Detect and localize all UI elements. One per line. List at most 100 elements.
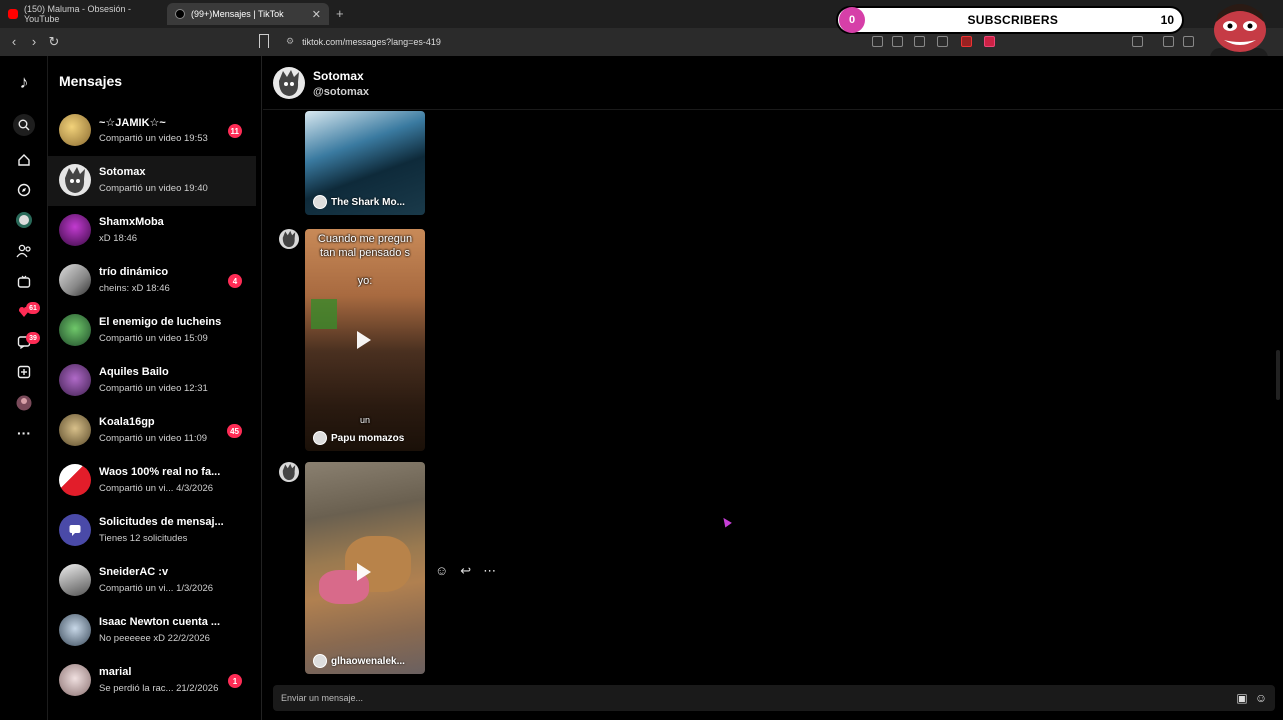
creator-name: glhaowenalek... xyxy=(331,655,405,667)
conversation-item[interactable]: El enemigo de lucheins Compartió un vide… xyxy=(48,306,256,356)
creator-name: The Shark Mo... xyxy=(331,196,405,208)
conversation-list: Mensajes ~☆JAMIK☆~ Compartió un video 19… xyxy=(48,56,262,720)
shared-video-message[interactable]: The Shark Mo... xyxy=(305,111,425,215)
conversation-preview: Compartió un video 12:31 xyxy=(99,383,208,394)
conversation-item[interactable]: ~☆JAMIK☆~ Compartió un video 19:53 11 xyxy=(48,106,256,156)
conversation-name: Waos 100% real no fa... xyxy=(99,466,221,478)
unread-badge: 11 xyxy=(227,124,242,138)
more-icon[interactable]: ··· xyxy=(14,423,34,443)
reply-icon[interactable]: ↩ xyxy=(460,563,471,579)
share-icon[interactable] xyxy=(937,36,948,47)
conversation-name: marial xyxy=(99,666,132,678)
message-input[interactable] xyxy=(281,690,1181,706)
close-tab-icon[interactable]: ✕ xyxy=(312,8,321,21)
conversation-item[interactable]: SneiderAC :v Compartió un vi... 1/3/2026 xyxy=(48,556,256,606)
explore-icon[interactable] xyxy=(14,180,34,200)
chat-header: Sotomax @sotomax xyxy=(263,56,1283,110)
subscriber-goal: 10 xyxy=(1160,13,1174,27)
avatar xyxy=(59,114,91,146)
react-emoji-icon[interactable]: ☺ xyxy=(435,563,448,579)
tiktok-logo-icon[interactable]: ♪ xyxy=(14,72,34,92)
profile-icon[interactable] xyxy=(14,393,34,413)
video-caption-mid: yo: xyxy=(357,275,373,287)
extension-icon[interactable] xyxy=(872,36,883,47)
unread-badge: 45 xyxy=(227,424,242,438)
cast-icon[interactable] xyxy=(914,36,925,47)
new-tab-button[interactable]: + xyxy=(336,6,344,21)
conversation-name: trío dinámico xyxy=(99,266,169,278)
video-credit: The Shark Mo... xyxy=(313,195,405,209)
subscriber-count: 0 xyxy=(839,7,865,33)
scrollbar[interactable] xyxy=(1276,350,1280,400)
avatar xyxy=(59,664,91,696)
shared-video-message[interactable]: Cuando me pregun tan mal pensado s yo: u… xyxy=(305,229,425,451)
tab-title: (150) Maluma - Obsesión - YouTube xyxy=(24,4,132,24)
conversation-name: Aquiles Bailo xyxy=(99,366,169,378)
home-icon[interactable] xyxy=(14,150,34,170)
forward-icon[interactable]: › xyxy=(26,34,42,49)
sender-avatar xyxy=(279,229,299,249)
video-caption-line: tan mal pensado s xyxy=(320,247,410,259)
chat-pane: Sotomax @sotomax The Shark Mo... Cuando … xyxy=(263,56,1283,720)
conversation-name: Solicitudes de mensaj... xyxy=(99,516,224,528)
site-info-icon[interactable]: ⚙ xyxy=(286,36,294,47)
unread-badge: 4 xyxy=(228,274,242,288)
video-credit: glhaowenalek... xyxy=(313,654,405,668)
conversation-item-active[interactable]: Sotomax Compartió un video 19:40 xyxy=(48,156,256,206)
conversation-item[interactable]: Aquiles Bailo Compartió un video 12:31 xyxy=(48,356,256,406)
conversation-item[interactable]: Isaac Newton cuenta ... No peeeeee xD 22… xyxy=(48,606,256,656)
media-icon[interactable] xyxy=(1163,36,1174,47)
chat-avatar[interactable] xyxy=(273,67,305,99)
gif-icon[interactable]: ▣ xyxy=(1235,691,1249,705)
video-caption-low: un xyxy=(359,415,370,425)
search-icon[interactable] xyxy=(13,114,35,136)
conversation-preview: xD 18:46 xyxy=(99,233,138,244)
split-view-icon[interactable] xyxy=(1183,36,1194,47)
conversation-item[interactable]: ShamxMoba xD 18:46 xyxy=(48,206,256,256)
avatar xyxy=(59,414,91,446)
unread-badge: 1 xyxy=(228,674,242,688)
conversation-name: ~☆JAMIK☆~ xyxy=(99,117,166,129)
browser-tab-tiktok[interactable]: (99+)Mensajes | TikTok ✕ xyxy=(167,3,329,25)
friends-icon[interactable] xyxy=(14,241,34,261)
upload-icon[interactable] xyxy=(14,362,34,382)
conversation-item[interactable]: marial Se perdió la rac... 21/2/2026 1 xyxy=(48,656,256,706)
conversation-preview: Tienes 12 solicitudes xyxy=(99,533,188,544)
conversation-preview: Compartió un vi... 4/3/2026 xyxy=(99,483,214,494)
url-field[interactable]: ⚙ tiktok.com/messages?lang=es-419 xyxy=(286,36,441,47)
message-requests-icon xyxy=(69,525,81,536)
avatar xyxy=(59,464,91,496)
more-options-icon[interactable]: ⋯ xyxy=(483,563,496,579)
conversation-item[interactable]: Koala16gp Compartió un video 11:09 45 xyxy=(48,406,256,456)
live-icon[interactable] xyxy=(14,272,34,292)
conversation-name: ShamxMoba xyxy=(99,216,164,228)
creator-avatar xyxy=(313,431,327,445)
browser-tab-youtube[interactable]: (150) Maluma - Obsesión - YouTube xyxy=(0,3,166,25)
rewards-icon[interactable] xyxy=(984,36,995,47)
conversation-preview: Se perdió la rac... 21/2/2026 xyxy=(99,683,219,694)
conversation-item[interactable]: trío dinámico cheins: xD 18:46 4 xyxy=(48,256,256,306)
sidebar-toggle-icon[interactable] xyxy=(1132,36,1143,47)
translate-icon[interactable] xyxy=(892,36,903,47)
following-icon[interactable] xyxy=(14,210,34,230)
creator-avatar xyxy=(313,195,327,209)
subscriber-goal-overlay: 0 SUBSCRIBERS 10 xyxy=(836,6,1184,34)
conversation-preview: Compartió un video 11:09 xyxy=(99,433,208,444)
subscriber-label: SUBSCRIBERS xyxy=(967,13,1059,27)
video-thumbnail-detail xyxy=(311,299,337,329)
play-icon[interactable] xyxy=(357,331,371,349)
emoji-icon[interactable]: ☺ xyxy=(1254,691,1268,705)
brave-shield-icon[interactable] xyxy=(961,36,972,47)
avatar xyxy=(59,364,91,396)
reload-icon[interactable]: ↻ xyxy=(46,34,62,50)
shared-video-message[interactable]: glhaowenalek... xyxy=(305,462,425,674)
back-icon[interactable]: ‹ xyxy=(6,34,22,49)
conversation-item[interactable]: Waos 100% real no fa... Compartió un vi.… xyxy=(48,456,256,506)
chat-name[interactable]: Sotomax xyxy=(313,69,364,83)
conversation-name: Isaac Newton cuenta ... xyxy=(99,616,221,628)
conversation-item-requests[interactable]: Solicitudes de mensaj... Tienes 12 solic… xyxy=(48,506,256,556)
conversation-preview: Compartió un vi... 1/3/2026 xyxy=(99,583,214,594)
play-icon[interactable] xyxy=(357,563,371,581)
bookmark-icon[interactable] xyxy=(259,34,269,48)
avatar xyxy=(59,614,91,646)
